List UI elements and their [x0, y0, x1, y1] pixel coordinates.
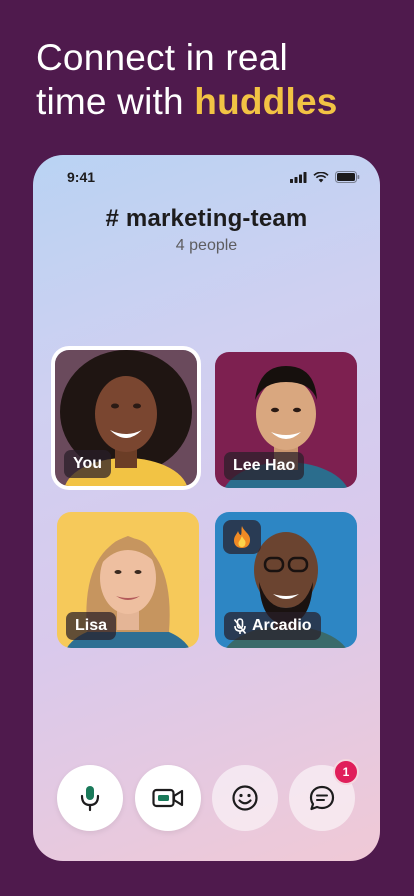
emoji-icon — [232, 785, 258, 811]
participant-tile-lee-hao[interactable]: Lee Hao — [215, 352, 357, 488]
channel-member-count: 4 people — [175, 237, 238, 254]
chat-icon — [309, 785, 335, 811]
headline-line-2-prefix: time with — [36, 81, 195, 122]
signal-icon — [290, 171, 307, 183]
chat-button[interactable]: 1 — [289, 759, 359, 831]
unread-badge: 1 — [333, 759, 359, 785]
participant-name-chip: Lee Hao — [224, 452, 305, 480]
headline-accent: huddles — [194, 81, 338, 122]
participant-name: You — [73, 455, 103, 472]
status-time: 9:41 — [67, 169, 96, 185]
emoji-reaction-button[interactable] — [212, 765, 278, 831]
phone-screen: 9:41 # marketing-team 4 people You Lee H… — [33, 155, 380, 861]
participant-name-chip: You — [64, 450, 112, 478]
fire-reaction-icon — [223, 520, 261, 554]
headline: Connect in real time with huddles — [36, 36, 396, 124]
headline-line-2: time with huddles — [36, 80, 396, 124]
status-bar: 9:41 — [33, 155, 380, 199]
huddle-controls: 1 — [33, 759, 380, 833]
participant-tile-lisa[interactable]: Lisa — [57, 512, 199, 648]
participant-name: Lisa — [75, 617, 108, 634]
participant-tile-arcadio[interactable]: Arcadio — [215, 512, 357, 648]
participant-name-chip: Lisa — [66, 612, 117, 640]
wifi-icon — [313, 171, 329, 182]
participant-name: Lee Hao — [233, 457, 296, 474]
participant-name: Arcadio — [252, 617, 312, 634]
muted-microphone-icon — [233, 617, 247, 634]
video-button[interactable] — [135, 765, 201, 831]
participant-tile-you[interactable]: You — [55, 350, 197, 486]
microphone-button[interactable] — [57, 765, 123, 831]
status-icons — [290, 171, 360, 183]
participant-name-chip: Arcadio — [224, 612, 321, 640]
video-camera-icon — [152, 788, 184, 808]
channel-title: # marketing-team — [105, 205, 308, 232]
battery-icon — [335, 171, 360, 183]
microphone-icon — [80, 786, 100, 812]
headline-line-1: Connect in real — [36, 37, 288, 78]
